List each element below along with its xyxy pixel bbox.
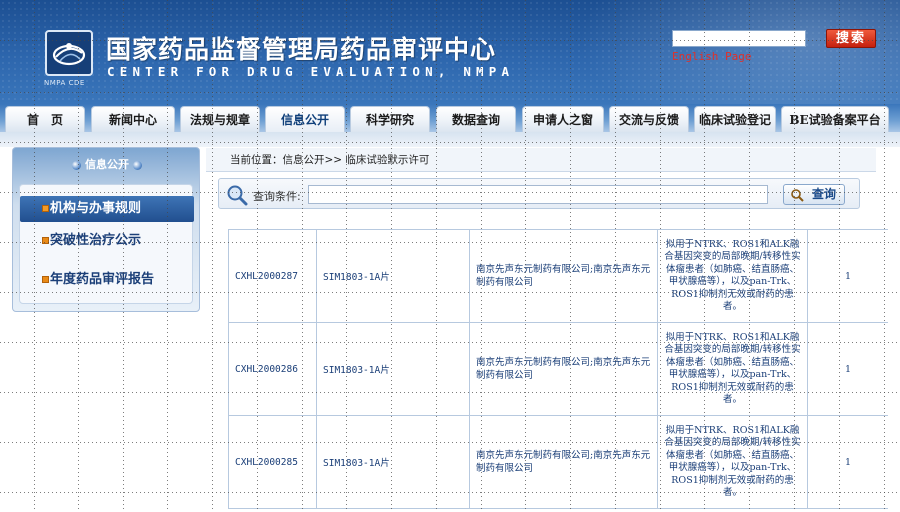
cell-company: 南京先声东元制药有限公司;南京先声东元制药有限公司 [469,415,658,509]
cell-acceptance-code[interactable]: CXHL2000287 [228,229,317,323]
sidebar-item-breakthrough[interactable]: 突破性治疗公示 [20,228,194,254]
table-row: CXHL2000286 SIM1803-1A片 南京先声东元制药有限公司;南京先… [228,322,888,416]
nav-tab-clinical-trial[interactable]: 临床试验登记 [694,106,776,132]
site-title: 国家药品监督管理局药品审评中心 [106,35,497,64]
query-button-label: 查询 [811,187,836,201]
cell-acceptance-code[interactable]: CXHL2000285 [228,415,317,509]
bullet-square-icon [42,276,49,283]
sidebar-item-label: 年度药品审评报告 [50,272,155,287]
site-search-input[interactable] [672,30,806,47]
sidebar-title: 信息公开 [13,156,201,172]
bullet-square-icon [42,205,49,212]
sidebar-title-right-dot-icon [133,160,142,170]
cell-indication: 拟用于NTRK、ROS1和ALK融合基因突变的局部晚期/转移性实体瘤患者（如肺癌… [657,229,808,323]
sidebar-menu: 机构与办事规则 突破性治疗公示 年度药品审评报告 [19,184,194,304]
sidebar: 信息公开 机构与办事规则 突破性治疗公示 年度药品审评报告 [12,147,200,312]
cell-drug-name: SIM1803-1A片 [316,322,470,416]
bullet-square-icon [42,237,49,244]
nav-tab-regulations[interactable]: 法规与规章 [180,106,260,132]
cell-indication: 拟用于NTRK、ROS1和ALK融合基因突变的局部晚期/转移性实体瘤患者（如肺癌… [657,322,808,416]
sidebar-title-left-dot-icon [72,160,81,170]
table-row: CXHL2000287 SIM1803-1A片 南京先声东元制药有限公司;南京先… [228,229,888,323]
nav-tab-home[interactable]: 首 页 [5,106,85,132]
site-search-button[interactable]: 搜索 [826,29,876,48]
nav-tab-research[interactable]: 科学研究 [350,106,430,132]
nmpa-logo[interactable] [45,30,93,76]
nav-tab-news[interactable]: 新闻中心 [91,106,175,132]
cell-drug-name: SIM1803-1A片 [316,229,470,323]
magnifier-icon [227,185,248,206]
sidebar-item-label: 机构与办事规则 [50,201,142,216]
main-nav: 首 页 新闻中心 法规与规章 信息公开 科学研究 数据查询 申请人之窗 交流与反… [0,104,900,132]
table-row: CXHL2000285 SIM1803-1A片 南京先声东元制药有限公司;南京先… [228,415,888,509]
query-button[interactable]: 查询 [783,184,845,205]
sidebar-item-institution-rules[interactable]: 机构与办事规则 [20,196,194,222]
cell-drug-name: SIM1803-1A片 [316,415,470,509]
nav-tab-be-platform[interactable]: BE试验备案平台 [781,106,889,132]
query-bar: 查询条件: 查询 [218,178,860,209]
site-subtitle: CENTER FOR DRUG EVALUATION, NMPA [107,64,515,79]
cell-company: 南京先声东元制药有限公司;南京先声东元制药有限公司 [469,229,658,323]
logo-emblem-icon [52,43,86,66]
cell-count: 1 [807,415,888,509]
sidebar-item-annual-report[interactable]: 年度药品审评报告 [20,267,194,293]
cell-indication: 拟用于NTRK、ROS1和ALK融合基因突变的局部晚期/转移性实体瘤患者（如肺癌… [657,415,808,509]
cell-count: 1 [807,229,888,323]
content-top-strip [0,132,900,147]
results-table: CXHL2000287 SIM1803-1A片 南京先声东元制药有限公司;南京先… [228,229,888,512]
english-page-link[interactable]: English Page [672,50,751,63]
nav-tab-disclosure[interactable]: 信息公开 [265,106,345,132]
nav-tab-data-query[interactable]: 数据查询 [436,106,516,132]
query-label: 查询条件: [253,190,301,203]
sidebar-item-label: 突破性治疗公示 [50,233,142,248]
sidebar-title-text: 信息公开 [85,158,129,171]
query-input[interactable] [308,185,768,204]
logo-caption: NMPA CDE [44,79,85,87]
query-magnifier-icon [791,189,804,202]
nav-tab-applicant[interactable]: 申请人之窗 [522,106,604,132]
site-header: NMPA CDE 国家药品监督管理局药品审评中心 CENTER FOR DRUG… [0,0,900,104]
breadcrumb: 当前位置：信息公开>> 临床试验默示许可 [206,148,876,172]
cell-count: 1 [807,322,888,416]
nav-tab-feedback[interactable]: 交流与反馈 [609,106,689,132]
cell-company: 南京先声东元制药有限公司;南京先声东元制药有限公司 [469,322,658,416]
cell-acceptance-code[interactable]: CXHL2000286 [228,322,317,416]
